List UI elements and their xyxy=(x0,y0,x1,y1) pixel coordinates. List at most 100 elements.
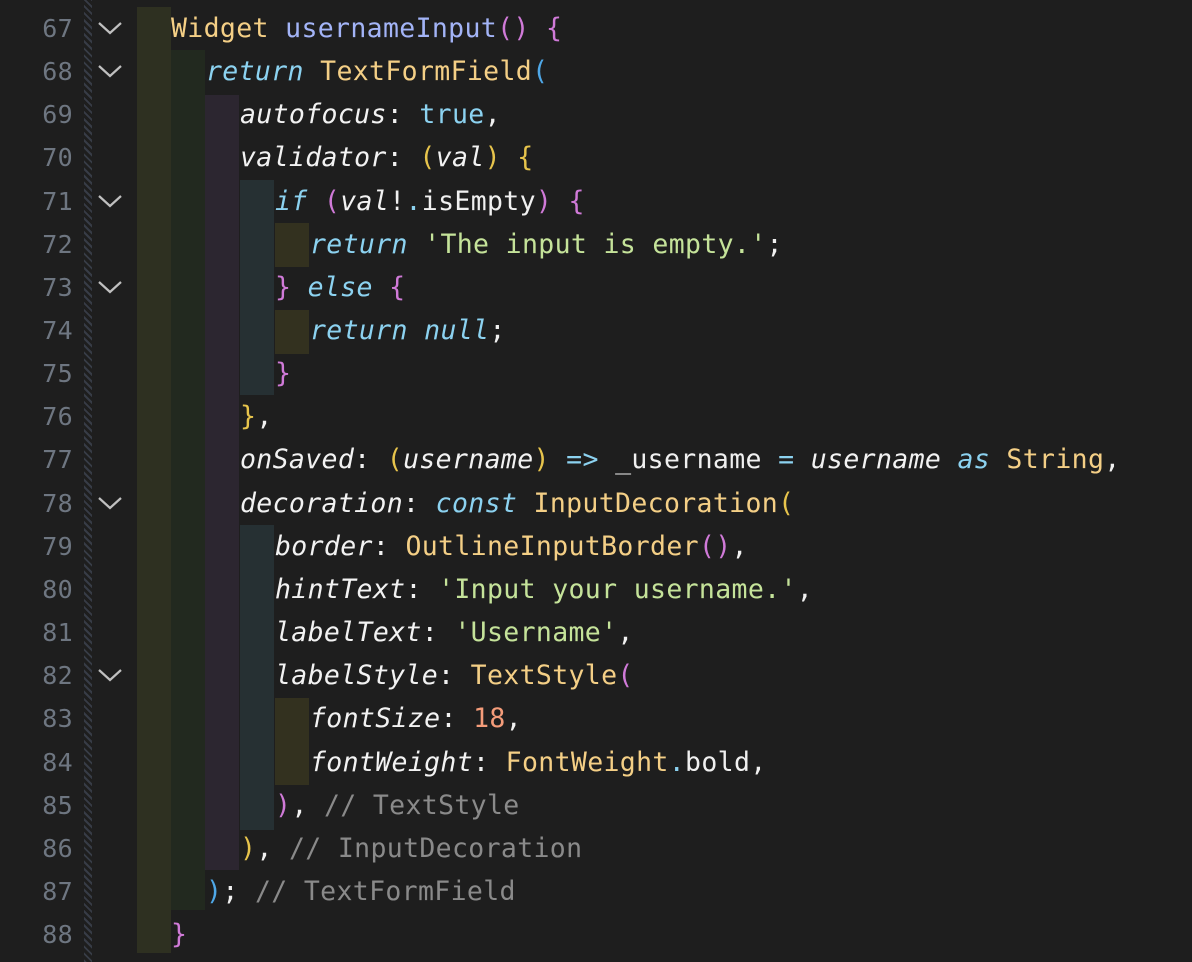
code-line-88[interactable]: } xyxy=(171,913,187,956)
token: true xyxy=(419,99,485,130)
token: onSaved xyxy=(240,444,355,475)
token: TextFormField xyxy=(320,56,533,87)
token: FontWeight xyxy=(505,747,669,778)
line-number: 76 xyxy=(42,402,73,431)
token: , xyxy=(291,790,308,821)
token: () xyxy=(497,13,530,44)
chevron-down-icon[interactable] xyxy=(97,654,123,697)
token: TextStyle xyxy=(470,660,618,691)
code-editor[interactable]: 67 68 69 70 71 72 73 74 75 76 77 78 79 8… xyxy=(0,0,1192,962)
token: : xyxy=(354,444,371,475)
token: : xyxy=(405,574,422,605)
token: , xyxy=(617,617,634,648)
indent-guide xyxy=(240,525,274,830)
token: _username xyxy=(615,444,762,475)
token: : xyxy=(440,703,457,734)
line-number: 83 xyxy=(42,704,73,733)
token: username xyxy=(810,444,942,475)
code-line-72[interactable]: return 'The input is empty.'; xyxy=(310,223,783,266)
token: else xyxy=(307,272,373,303)
token: , xyxy=(796,574,814,605)
token: } xyxy=(275,358,292,389)
code-line-76[interactable]: }, xyxy=(240,395,273,438)
token: } xyxy=(240,401,257,432)
line-number: 82 xyxy=(42,661,73,690)
chevron-down-icon[interactable] xyxy=(97,266,123,309)
token: return xyxy=(310,229,408,260)
code-line-69[interactable]: autofocus: true, xyxy=(240,93,501,136)
code-line-87[interactable]: ); // TextFormField xyxy=(206,870,516,913)
code-line-85[interactable]: ), // TextStyle xyxy=(275,784,520,827)
token: fontWeight xyxy=(310,747,474,778)
token: null xyxy=(424,315,490,346)
line-number: 74 xyxy=(42,316,73,345)
line-number: 81 xyxy=(42,618,73,647)
token: labelText xyxy=(275,617,422,648)
token: , xyxy=(750,747,767,778)
token: if xyxy=(275,186,308,217)
chevron-down-icon[interactable] xyxy=(97,482,123,525)
code-line-81[interactable]: labelText: 'Username', xyxy=(275,611,634,654)
code-line-86[interactable]: ), // InputDecoration xyxy=(240,827,582,870)
chevron-down-icon[interactable] xyxy=(97,7,123,50)
code-line-77[interactable]: onSaved: (username) => _username = usern… xyxy=(240,438,1121,481)
token: : xyxy=(386,142,404,173)
code-line-80[interactable]: hintText: 'Input your username.', xyxy=(275,568,813,611)
line-number: 85 xyxy=(42,791,73,820)
line-number: 69 xyxy=(42,100,73,129)
line-number: 70 xyxy=(42,143,73,172)
indent-guide xyxy=(137,7,171,953)
code-line-71[interactable]: if (val!.isEmpty) { xyxy=(275,180,585,223)
line-number: 68 xyxy=(42,57,73,86)
chevron-down-icon[interactable] xyxy=(97,50,123,93)
token: { xyxy=(568,186,585,217)
token: : xyxy=(403,488,420,519)
line-number: 78 xyxy=(42,489,73,518)
token: , xyxy=(484,99,501,130)
line-number: 71 xyxy=(42,187,73,216)
token: { xyxy=(389,272,406,303)
token: : xyxy=(438,660,455,691)
indent-guide xyxy=(205,95,239,870)
code-line-70[interactable]: validator: (val) { xyxy=(240,136,534,179)
code-comment: // TextFormField xyxy=(254,876,516,907)
code-line-67[interactable]: Widget usernameInput() { xyxy=(171,7,562,50)
code-line-68[interactable]: return TextFormField( xyxy=(206,50,548,93)
indent-guide xyxy=(240,180,274,395)
token: border xyxy=(275,531,373,562)
token: 'The input is empty.' xyxy=(424,229,767,260)
line-number: 67 xyxy=(42,14,73,43)
chevron-down-icon[interactable] xyxy=(97,180,123,223)
token: ( xyxy=(419,142,436,173)
token: val xyxy=(340,186,390,217)
token: , xyxy=(256,401,273,432)
code-line-78[interactable]: decoration: const InputDecoration( xyxy=(240,482,794,525)
token: isEmpty xyxy=(421,186,536,217)
token: fontSize xyxy=(310,703,441,734)
token: ) xyxy=(484,142,501,173)
token: { xyxy=(517,142,534,173)
code-line-84[interactable]: fontWeight: FontWeight.bold, xyxy=(310,741,767,784)
code-line-75[interactable]: } xyxy=(275,352,291,395)
indent-guide xyxy=(171,50,205,910)
token: const xyxy=(435,488,518,519)
line-number: 80 xyxy=(42,575,73,604)
token: InputDecoration xyxy=(533,488,779,519)
token: 'Input your username.' xyxy=(438,574,797,605)
code-line-82[interactable]: labelStyle: TextStyle( xyxy=(275,654,634,697)
line-number: 75 xyxy=(42,359,73,388)
code-line-79[interactable]: border: OutlineInputBorder(), xyxy=(275,525,748,568)
token: String xyxy=(1006,444,1105,475)
token: ) xyxy=(206,876,223,907)
token: ; xyxy=(222,876,239,907)
code-line-73[interactable]: } else { xyxy=(275,266,405,309)
line-number: 72 xyxy=(42,230,73,259)
token: ( xyxy=(386,444,404,475)
token: ( xyxy=(778,488,795,519)
line-number: 86 xyxy=(42,834,73,863)
code-line-74[interactable]: return null; xyxy=(310,309,506,352)
code-line-83[interactable]: fontSize: 18, xyxy=(310,697,522,740)
token: : xyxy=(386,99,404,130)
token: ( xyxy=(617,660,634,691)
token: autofocus xyxy=(240,99,387,130)
